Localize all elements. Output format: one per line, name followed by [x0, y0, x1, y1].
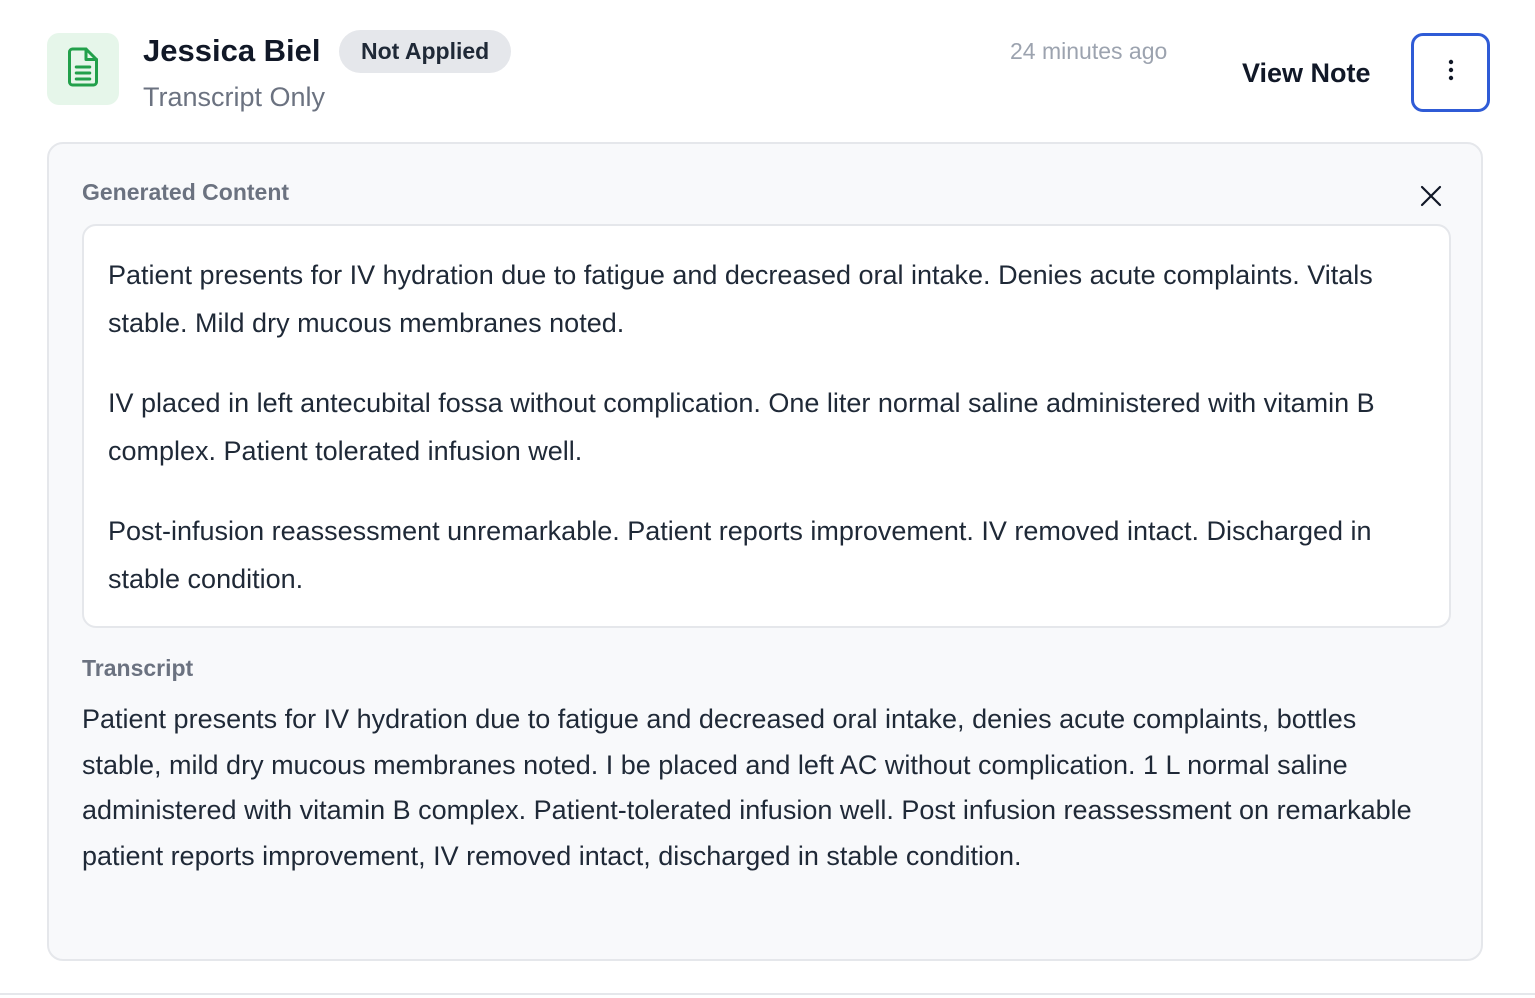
note-list-item: Jessica Biel Not Applied Transcript Only… — [0, 0, 1535, 998]
generated-paragraph: IV placed in left antecubital fossa with… — [108, 388, 1375, 466]
transcript-label: Transcript — [82, 655, 194, 681]
generated-content-label: Generated Content — [82, 179, 290, 205]
status-badge: Not Applied — [339, 30, 512, 73]
close-icon — [1420, 185, 1442, 212]
patient-name: Jessica Biel — [143, 33, 321, 68]
more-vertical-icon — [1447, 58, 1455, 87]
list-divider — [0, 993, 1535, 995]
generated-paragraph: Post-infusion reassessment unremarkable.… — [108, 516, 1372, 594]
transcript-text: Patient presents for IV hydration due to… — [82, 704, 1412, 871]
generated-paragraph: Patient presents for IV hydration due to… — [108, 260, 1373, 338]
generated-content-box: Patient presents for IV hydration due to… — [82, 224, 1451, 628]
note-timestamp: 24 minutes ago — [1010, 38, 1168, 64]
note-type-label: Transcript Only — [143, 82, 326, 112]
note-file-avatar — [47, 33, 119, 105]
file-text-icon — [65, 47, 101, 92]
close-panel-button[interactable] — [1413, 180, 1449, 216]
view-note-button[interactable]: View Note — [1226, 50, 1387, 96]
more-options-button[interactable] — [1411, 33, 1490, 112]
expanded-note-panel: Generated Content Patient presents for I… — [47, 142, 1483, 961]
